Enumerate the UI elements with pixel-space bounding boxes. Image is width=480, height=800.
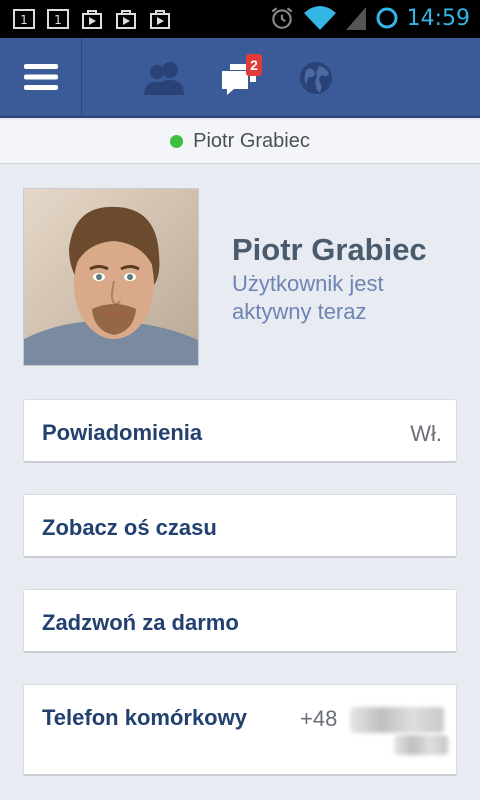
sync-icon [376, 7, 398, 29]
menu-icon [23, 64, 58, 90]
notification-icons: 1 1 [12, 7, 172, 31]
sim-1-icon: 1 [13, 9, 35, 29]
profile-status: Użytkownik jest aktywny teraz [232, 271, 384, 324]
sim-1-icon: 1 [47, 9, 69, 29]
messages-button[interactable]: 2 [218, 54, 262, 100]
play-store-icon [116, 10, 136, 29]
card-label: Powiadomienia [42, 420, 203, 445]
redacted-number [394, 735, 448, 755]
play-store-icon [82, 10, 102, 29]
menu-button[interactable] [0, 38, 82, 116]
svg-text:1: 1 [20, 13, 28, 27]
profile-photo [24, 189, 198, 365]
avatar[interactable] [23, 188, 199, 366]
notifications-button[interactable] [294, 56, 338, 100]
globe-icon [300, 62, 332, 94]
signal-icon [345, 7, 366, 30]
card-value: Wł. [410, 421, 442, 446]
svg-text:1: 1 [54, 13, 62, 27]
alarm-icon [271, 7, 292, 29]
play-store-icon [150, 10, 170, 29]
messages-badge: 2 [246, 54, 262, 76]
mobile-phone-card[interactable]: Telefon komórkowy +48 [23, 684, 457, 776]
card-label: Zobacz oś czasu [42, 515, 217, 540]
friends-button[interactable] [142, 56, 186, 100]
profile-name: Piotr Grabiec [232, 232, 427, 267]
presence-name: Piotr Grabiec [193, 130, 310, 152]
card-label: Telefon komórkowy [42, 705, 247, 730]
card-label: Zadzwoń za darmo [42, 610, 239, 635]
online-indicator [170, 135, 184, 148]
status-bar: 1 1 14:59 [0, 0, 480, 38]
clock: 14:59 [406, 5, 470, 31]
chat-presence-bar: Piotr Grabiec [0, 120, 480, 164]
phone-number-prefix: +48 [300, 706, 338, 731]
friends-icon [144, 62, 184, 95]
free-call-card[interactable]: Zadzwoń za darmo [23, 589, 457, 653]
top-nav-bar: 2 [0, 38, 480, 118]
system-icons: 14:59 [269, 5, 470, 31]
notifications-setting-card[interactable]: Powiadomienia Wł. [23, 399, 457, 463]
wifi-icon [303, 6, 336, 30]
redacted-number [350, 707, 444, 733]
view-timeline-card[interactable]: Zobacz oś czasu [23, 494, 457, 558]
